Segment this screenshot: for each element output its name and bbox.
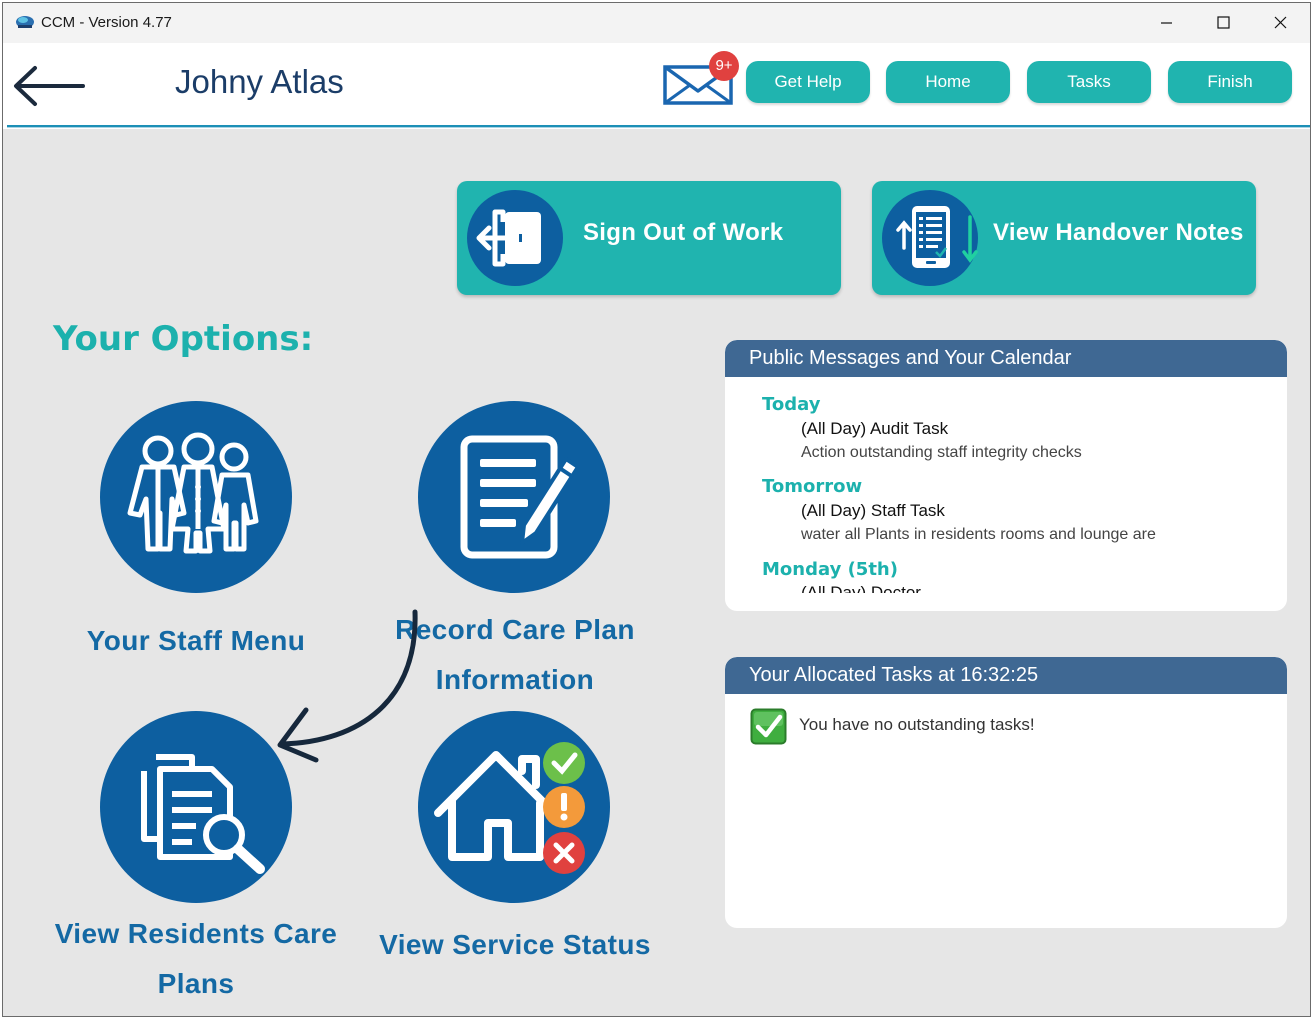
handover-notes-tile[interactable]: View Handover Notes <box>872 181 1256 295</box>
app-window: CCM - Version 4.77 Johny Atlas 9+ Get He… <box>2 2 1311 1017</box>
header-divider <box>7 125 1310 128</box>
minimize-icon[interactable] <box>1138 3 1194 43</box>
calendar-event-title: (All Day) Doctor <box>801 583 921 593</box>
record-care-plan-line1: Record Care Plan <box>395 614 635 645</box>
handover-notes-label: View Handover Notes <box>993 219 1244 246</box>
back-arrow-icon[interactable] <box>11 65 85 107</box>
record-care-plan-label[interactable]: Record Care Plan Information <box>365 605 665 705</box>
checkmark-icon <box>750 708 787 745</box>
get-help-button[interactable]: Get Help <box>746 61 870 103</box>
calendar-day: Today <box>762 394 821 415</box>
view-residents-line2: Plans <box>157 968 235 999</box>
sign-out-label: Sign Out of Work <box>583 219 784 246</box>
view-residents-line1: View Residents Care <box>54 918 338 949</box>
tasks-panel: Your Allocated Tasks at 16:32:25 You hav… <box>725 657 1287 928</box>
sign-out-tile[interactable]: Sign Out of Work <box>457 181 841 295</box>
document-search-icon[interactable] <box>100 711 292 903</box>
calendar-day: Monday (5th) <box>762 559 898 580</box>
mail-count-badge: 9+ <box>709 51 739 81</box>
view-residents-care-plans-label[interactable]: View Residents Care Plans <box>41 909 351 1009</box>
staff-menu-label[interactable]: Your Staff Menu <box>63 616 329 666</box>
title-bar: CCM - Version 4.77 <box>3 3 1310 43</box>
calendar-event-desc: water all Plants in residents rooms and … <box>801 526 1156 543</box>
calendar-event-title: (All Day) Staff Task <box>801 501 945 520</box>
close-icon[interactable] <box>1252 3 1308 43</box>
calendar-panel-title: Public Messages and Your Calendar <box>725 340 1287 377</box>
door-exit-icon <box>467 190 563 286</box>
finish-button[interactable]: Finish <box>1168 61 1292 103</box>
tasks-panel-title: Your Allocated Tasks at 16:32:25 <box>725 657 1287 694</box>
no-tasks-message: You have no outstanding tasks! <box>799 715 1035 734</box>
calendar-panel: Public Messages and Your Calendar Today … <box>725 340 1287 611</box>
house-status-icon[interactable] <box>418 711 610 903</box>
window-title: CCM - Version 4.77 <box>41 14 172 31</box>
calendar-event-title: (All Day) Audit Task <box>801 419 949 438</box>
app-logo-icon <box>16 16 34 28</box>
calendar-day: Tomorrow <box>762 476 863 497</box>
tasks-list: You have no outstanding tasks! <box>725 694 1287 928</box>
document-edit-icon[interactable] <box>418 401 610 593</box>
service-status-label[interactable]: View Service Status <box>365 920 665 970</box>
app-header: Johny Atlas 9+ Get Help Home Tasks Finis… <box>3 43 1310 129</box>
home-button[interactable]: Home <box>886 61 1010 103</box>
calendar-list[interactable]: Today (All Day) Audit Task Action outsta… <box>725 377 1287 593</box>
tasks-button[interactable]: Tasks <box>1027 61 1151 103</box>
staff-group-icon[interactable] <box>100 401 292 593</box>
calendar-event-desc: Action outstanding staff integrity check… <box>801 444 1082 461</box>
maximize-icon[interactable] <box>1195 3 1251 43</box>
down-arrow-icon <box>962 215 978 263</box>
record-care-plan-line2: Information <box>435 664 595 695</box>
options-heading: Your Options: <box>53 319 314 359</box>
user-name: Johny Atlas <box>175 63 344 100</box>
